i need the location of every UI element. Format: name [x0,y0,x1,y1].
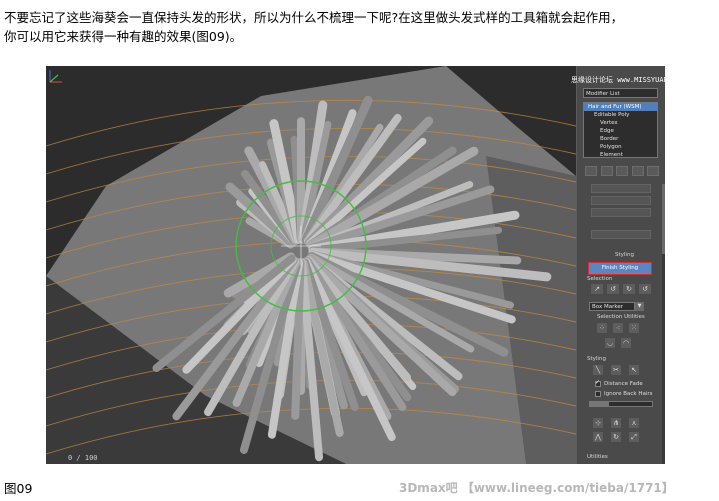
disabled-button-3 [591,208,651,217]
footer-watermark: 3Dmax吧 【www.lineeg.com/tieba/1771】 [399,481,674,495]
selection-label: Selection [587,276,613,282]
selection-utilities-label: Selection Utilities [597,314,645,320]
disabled-button-2 [591,196,651,205]
chevron-down-icon[interactable]: ▼ [635,302,644,311]
max-screenshot: 0 / 100 思缘设计论坛 www.MISSYUAN.COM Modifier… [46,66,665,464]
stack-item-editable-poly[interactable]: Editable Poly [584,111,657,119]
utilities-label[interactable]: Utilities [587,454,608,460]
invert-selection-icon[interactable]: ⁘ [597,323,607,333]
stack-item-hair-and-fur[interactable]: Hair and Fur (WSM) [584,103,657,111]
intro-line-1: 不要忘记了这些海葵会一直保持头发的形状，所以为什么不梳理一下呢?在这里做头发式样… [4,10,624,25]
ignore-back-hairs-label: Ignore Back Hairs [604,391,653,397]
hair-brush-icon[interactable]: ╲ [593,365,603,375]
puff-roots-icon[interactable]: ⋏ [629,418,639,428]
rotate-selection-icon[interactable]: ⁖ [613,323,623,333]
select-tool-icon[interactable]: ↖ [629,365,639,375]
distance-fade-label: Distance Fade [604,381,643,387]
rotate-tool-icon[interactable]: ↻ [611,432,621,442]
slider-fill [590,402,609,406]
anemone-scene [46,66,576,464]
finish-styling-button[interactable]: Finish Styling [588,262,652,275]
brush-size-slider[interactable] [589,401,653,407]
stack-item-polygon[interactable]: Polygon [584,143,657,151]
selection-icons: ↗ ↺ ↻ ↺ [591,284,651,294]
ignore-back-hairs-checkbox[interactable] [595,391,601,397]
axis-gizmo-icon [49,70,62,83]
stand-tool-icon[interactable]: ⋔ [611,418,621,428]
select-whole-guide-icon[interactable]: ↺ [607,284,619,294]
select-hair-by-end-icon[interactable]: ↗ [591,284,603,294]
show-hidden-icon[interactable]: ◠ [621,338,631,348]
figure-caption: 图09 [4,481,33,496]
stack-item-element[interactable]: Element [584,151,657,159]
stack-item-border[interactable]: Border [584,135,657,143]
styling-sub-label: Styling [587,356,606,362]
clump-tool-icon[interactable]: ⋀ [593,432,603,442]
frame-counter: 0 / 100 [68,454,98,462]
configure-sets-button[interactable] [647,166,659,176]
select-by-root-icon[interactable]: ↺ [639,284,651,294]
expand-selection-icon[interactable]: ⁙ [629,323,639,333]
scale-tool-icon[interactable]: ⤢ [629,432,639,442]
distance-fade-checkbox[interactable] [595,379,601,387]
command-panel: 思缘设计论坛 www.MISSYUAN.COM Modifier List Ha… [571,66,665,464]
stack-item-vertex[interactable]: Vertex [584,119,657,127]
intro-line-2: 你可以用它来获得一种有趣的效果(图09)。 [4,29,243,44]
selection-mode-dropdown[interactable]: Box Marker [589,302,635,311]
hide-selected-icon[interactable]: ◡ [605,338,615,348]
perspective-viewport[interactable]: 0 / 100 [46,66,576,464]
show-end-result-button[interactable] [600,166,613,176]
disabled-button-4 [591,230,651,239]
hair-cut-icon[interactable]: ✂ [611,365,621,375]
watermark: 思缘设计论坛 www.MISSYUAN.COM [571,76,665,84]
panel-scrollbar[interactable] [662,184,665,464]
styling-section-title[interactable]: Styling [615,252,634,258]
remove-modifier-button[interactable] [631,166,644,176]
intro-text: 不要忘记了这些海葵会一直保持头发的形状，所以为什么不梳理一下呢?在这里做头发式样… [4,8,714,46]
modifier-list-dropdown[interactable]: Modifier List [583,88,658,98]
scrollbar-thumb[interactable] [662,184,665,254]
make-unique-button[interactable] [616,166,628,176]
select-guide-vertices-icon[interactable]: ↻ [623,284,635,294]
translate-tool-icon[interactable]: ⊹ [593,418,603,428]
disabled-button-1 [591,184,651,193]
stack-toolbar [585,166,659,176]
pin-stack-button[interactable] [585,166,597,176]
stack-item-edge[interactable]: Edge [584,127,657,135]
modifier-stack[interactable]: Hair and Fur (WSM) Editable Poly Vertex … [583,102,658,158]
